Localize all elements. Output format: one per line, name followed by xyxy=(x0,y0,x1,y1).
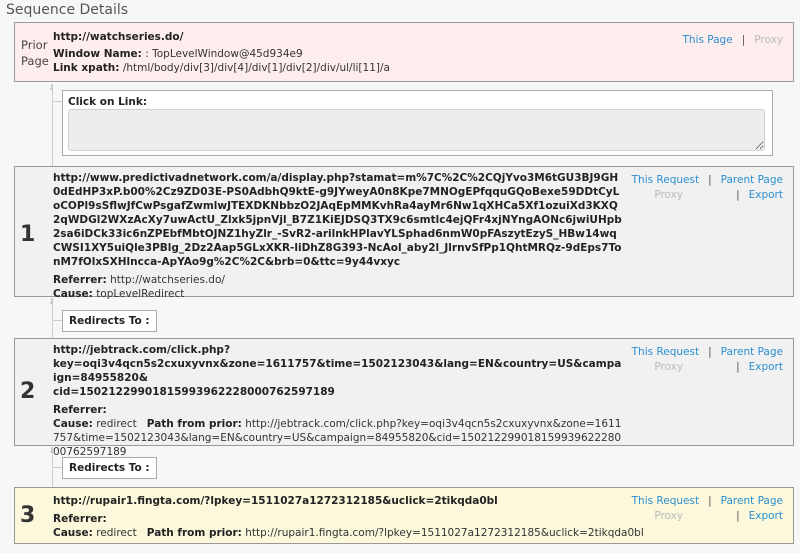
prior-page-label: Prior Page xyxy=(21,38,49,68)
proxy-link: Proxy xyxy=(754,34,783,46)
separator: | xyxy=(736,361,740,373)
connector-branch xyxy=(52,467,62,468)
connector-branch xyxy=(52,320,62,321)
prior-page-card: Prior Page http://watchseries.do/ Window… xyxy=(14,22,794,82)
request-url: http://www.predictivadnetwork.com/a/disp… xyxy=(53,172,622,268)
cause-label: Cause: xyxy=(53,527,93,539)
request-number: 2 xyxy=(20,379,36,404)
this-page-link[interactable]: This Page xyxy=(682,34,732,46)
redirects-to-label: Redirects To : xyxy=(62,457,157,479)
page-title: Sequence Details xyxy=(6,2,129,18)
request-url: http://rupair1.fingta.com/?lpkey=1511027… xyxy=(53,495,498,507)
chevron-down-icon: ↓ xyxy=(48,446,55,455)
separator: | xyxy=(708,346,712,358)
link-xpath-label: Link xpath: xyxy=(53,62,120,74)
request-number: 3 xyxy=(20,503,36,528)
cause-label: Cause: xyxy=(53,418,93,430)
cause-label: Cause: xyxy=(53,288,93,300)
referrer-value: http://watchseries.do/ xyxy=(110,274,225,286)
chevron-down-icon: ↓ xyxy=(48,297,55,306)
export-link[interactable]: Export xyxy=(749,189,783,201)
request-card-3: 3 http://rupair1.fingta.com/?lpkey=15110… xyxy=(14,487,794,544)
window-name-value: : TopLevelWindow@45d934e9 xyxy=(145,48,303,60)
cause-value: topLevelRedirect xyxy=(96,288,185,300)
path-from-prior-label: Path from prior: xyxy=(146,527,242,539)
referrer-label: Referrer: xyxy=(53,404,107,416)
click-on-link-textarea[interactable] xyxy=(68,109,765,151)
request-url: http://jebtrack.com/click.php? key=oqi3v4… xyxy=(53,344,622,398)
connector-line xyxy=(52,84,53,166)
export-link[interactable]: Export xyxy=(749,510,783,522)
path-from-prior-value: http://jebtrack.com/click.php?key=oqi3v4… xyxy=(53,418,622,458)
separator: | xyxy=(708,174,712,186)
chevron-down-icon: ↓ xyxy=(48,83,55,92)
referrer-label: Referrer: xyxy=(53,513,107,525)
path-from-prior-label: Path from prior: xyxy=(146,418,242,430)
proxy-link: Proxy xyxy=(654,510,684,522)
parent-page-link[interactable]: Parent Page xyxy=(721,174,783,186)
click-on-link-box: Click on Link: xyxy=(62,90,773,156)
separator: | xyxy=(736,510,740,522)
link-xpath-value: /html/body/div[3]/div[4]/div[1]/div[2]/d… xyxy=(122,62,390,74)
parent-page-link[interactable]: Parent Page xyxy=(721,346,783,358)
connector-branch xyxy=(52,101,62,102)
request-number: 1 xyxy=(20,222,36,247)
proxy-link: Proxy xyxy=(654,189,684,201)
cause-value: redirect xyxy=(96,527,137,539)
proxy-link: Proxy xyxy=(654,361,684,373)
cause-value: redirect xyxy=(96,418,137,430)
this-request-link[interactable]: This Request xyxy=(632,346,699,358)
this-request-link[interactable]: This Request xyxy=(632,174,699,186)
export-link[interactable]: Export xyxy=(749,361,783,373)
request-card-2: 2 http://jebtrack.com/click.php? key=oqi3… xyxy=(14,338,794,458)
redirects-to-label: Redirects To : xyxy=(62,310,157,332)
referrer-label: Referrer: xyxy=(53,274,107,286)
separator: | xyxy=(741,34,746,46)
click-on-link-label: Click on Link: xyxy=(68,96,148,108)
parent-page-link[interactable]: Parent Page xyxy=(721,495,783,507)
prior-page-url: http://watchseries.do/ xyxy=(53,31,184,43)
separator: | xyxy=(736,189,740,201)
this-request-link[interactable]: This Request xyxy=(632,495,699,507)
separator: | xyxy=(708,495,712,507)
window-name-label: Window Name: xyxy=(53,48,142,60)
path-from-prior-value: http://rupair1.fingta.com/?lpkey=1511027… xyxy=(245,527,644,539)
request-card-1: 1 http://www.predictivadnetwork.com/a/di… xyxy=(14,166,794,300)
